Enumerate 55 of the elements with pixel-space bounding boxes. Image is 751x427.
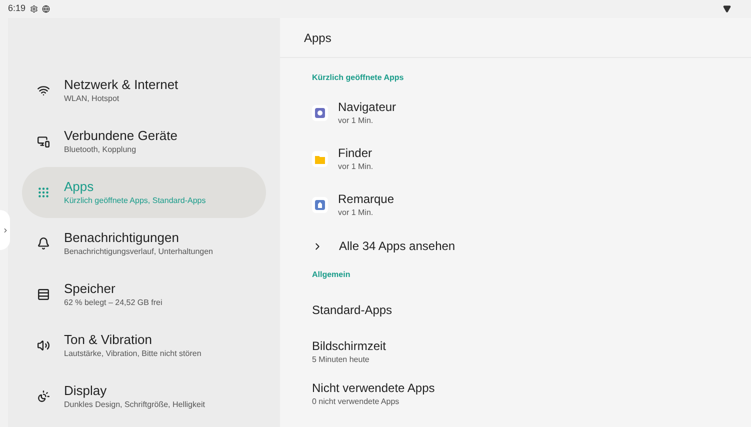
- app-row[interactable]: Finder vor 1 Min.: [312, 139, 751, 185]
- item-title: Ton & Vibration: [64, 332, 153, 348]
- app-time: vor 1 Min.: [338, 161, 374, 172]
- row-subtitle: 5 Minuten heute: [312, 354, 370, 365]
- brightness-icon: [37, 390, 50, 403]
- devices-icon: [37, 135, 50, 148]
- section-heading: Kürzlich geöffnete Apps: [312, 72, 405, 84]
- globe-icon: [42, 5, 50, 13]
- sidebar-item[interactable]: Speicher 62 % belegt – 24,52 GB frei: [22, 269, 266, 320]
- item-subtitle: Bluetooth, Kopplung: [64, 144, 138, 155]
- item-title: Netzwerk & Internet: [64, 77, 178, 93]
- item-subtitle: Benachrichtigungsverlauf, Unterhaltungen: [64, 246, 213, 257]
- sidebar-item[interactable]: Display Dunkles Design, Schriftgröße, Helligkeit: [22, 371, 266, 422]
- wifi-signal-icon: [723, 5, 731, 13]
- item-subtitle: Dunkles Design, Schriftgröße, Helligkeit: [64, 399, 205, 410]
- side-handle[interactable]: [0, 210, 10, 250]
- see-all-row[interactable]: Alle 34 Apps ansehen: [312, 231, 751, 261]
- see-all-label: Alle 34 Apps ansehen: [339, 238, 456, 255]
- row-subtitle: 0 nicht verwendete Apps: [312, 396, 400, 407]
- status-time: 6:19: [8, 2, 26, 16]
- app-time: vor 1 Min.: [338, 115, 374, 126]
- settings-row[interactable]: Standard-Apps: [312, 289, 751, 331]
- sidebar-item[interactable]: Benachrichtigungen Benachrichtigungsverlauf, Unterhaltungen: [22, 218, 266, 269]
- app-time: vor 1 Min.: [338, 207, 374, 218]
- row-title: Bildschirmzeit: [312, 339, 388, 354]
- grid-icon: [37, 186, 50, 199]
- wifi-icon: [37, 84, 50, 97]
- item-title: Apps: [64, 179, 95, 195]
- page-title: Apps: [304, 30, 332, 46]
- item-title: Verbundene Geräte: [64, 128, 178, 144]
- settings-icon: [30, 5, 38, 13]
- settings-row[interactable]: Bildschirmzeit 5 Minuten heute: [312, 331, 751, 373]
- sidebar-item[interactable]: Verbundene Geräte Bluetooth, Kopplung: [22, 116, 266, 167]
- app-name: Finder: [338, 146, 374, 161]
- app-row[interactable]: Navigateur vor 1 Min.: [312, 93, 751, 139]
- item-subtitle: Kürzlich geöffnete Apps, Standard-Apps: [64, 195, 206, 206]
- app-row[interactable]: Remarque vor 1 Min.: [312, 185, 751, 231]
- app-name: Remarque: [338, 192, 394, 207]
- section-heading: Allgemein: [312, 269, 352, 281]
- item-subtitle: WLAN, Hotspot: [64, 93, 120, 104]
- chevron-icon: [2, 226, 8, 234]
- sidebar-item[interactable]: Netzwerk & Internet WLAN, Hotspot: [22, 65, 266, 116]
- speaker-icon: [37, 339, 50, 352]
- bell-icon: [37, 237, 50, 250]
- sidebar-item[interactable]: Ton & Vibration Lautstärke, Vibration, Bitte nicht stören: [22, 320, 266, 371]
- item-title: Benachrichtigungen: [64, 230, 180, 246]
- settings-row[interactable]: Nicht verwendete Apps 0 nicht verwendete Apps: [312, 373, 751, 415]
- item-title: Display: [64, 383, 108, 399]
- app-name: Navigateur: [338, 100, 396, 115]
- row-title: Standard-Apps: [312, 302, 394, 318]
- item-subtitle: 62 % belegt – 24,52 GB frei: [64, 297, 162, 308]
- item-title: Speicher: [64, 281, 116, 297]
- item-subtitle: Lautstärke, Vibration, Bitte nicht stören: [64, 348, 202, 359]
- row-title: Nicht verwendete Apps: [312, 381, 436, 396]
- list-icon: [37, 288, 50, 301]
